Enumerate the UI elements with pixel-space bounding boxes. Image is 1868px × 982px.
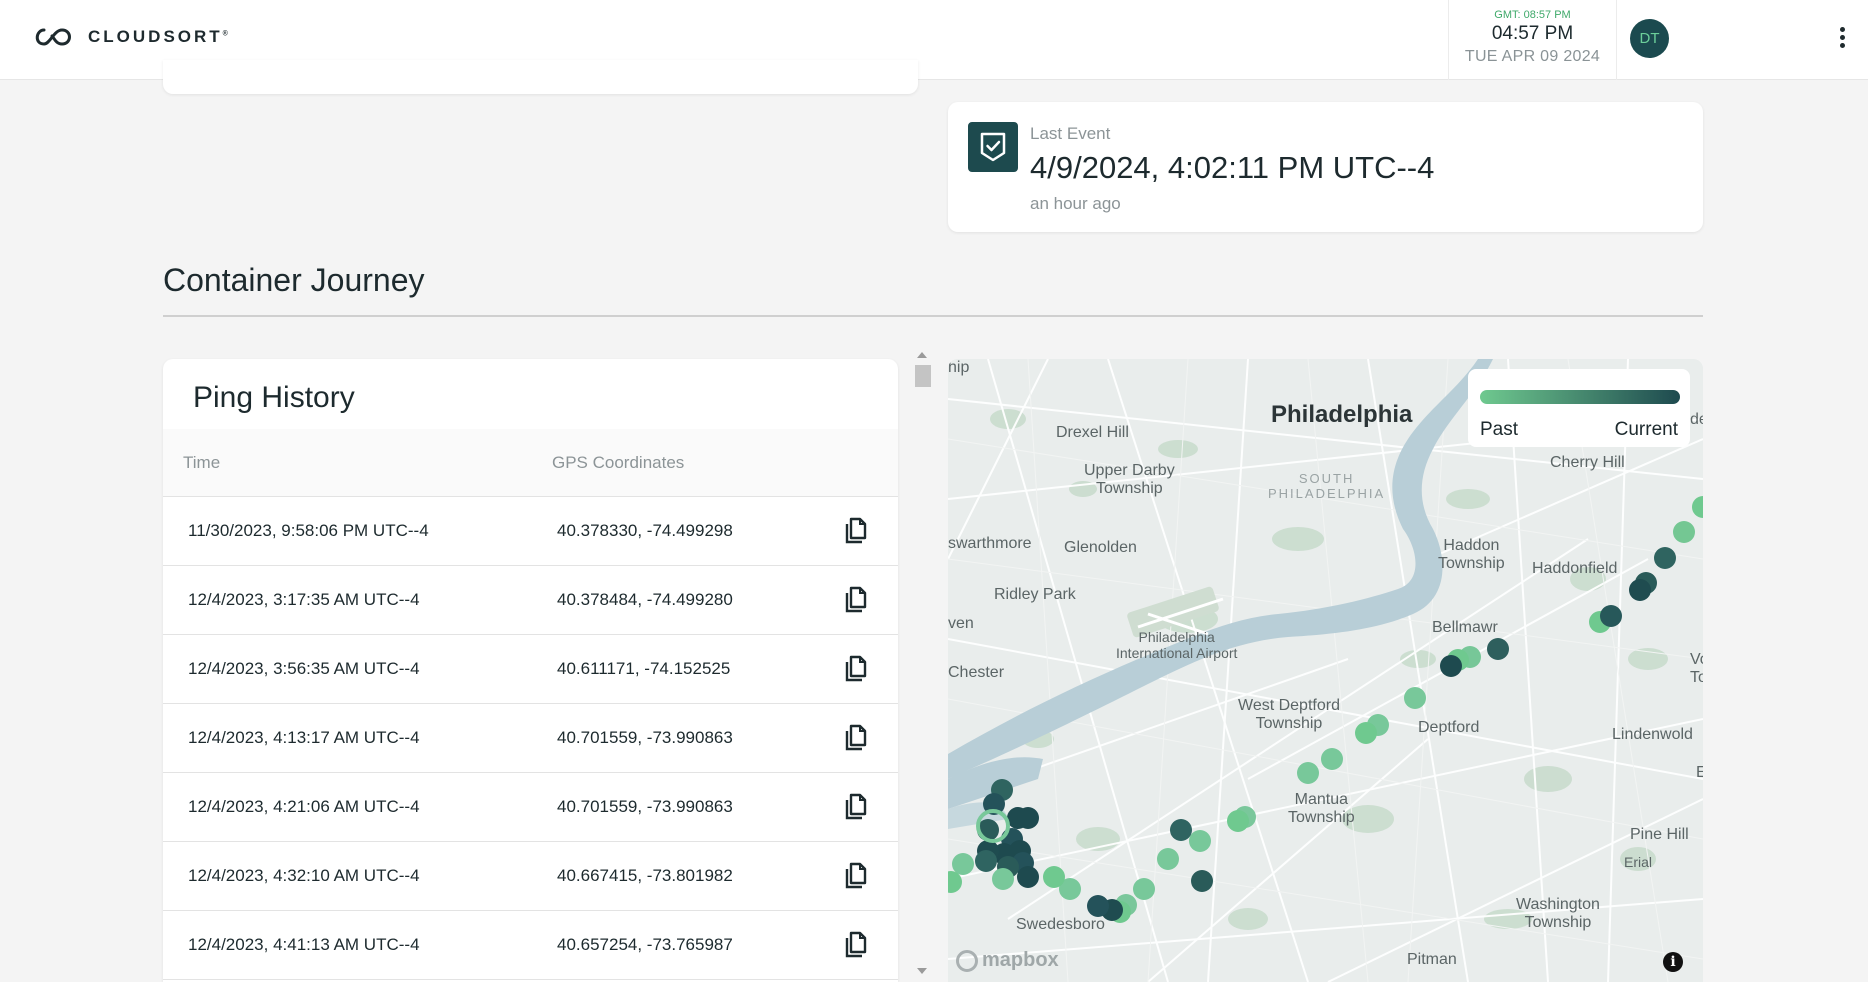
map-label-haddon-township: Haddon Township <box>1438 537 1505 572</box>
summary-card <box>163 60 918 94</box>
map-label-drexel-hill: Drexel Hill <box>1056 424 1129 441</box>
map-label-chester: Chester <box>948 664 1005 681</box>
ping-history-panel: Ping History Time GPS Coordinates 11/30/… <box>163 359 898 982</box>
info-icon[interactable]: i <box>1663 952 1683 972</box>
page-scrollbar[interactable] <box>912 352 932 982</box>
row-time: 12/4/2023, 3:17:35 AM UTC--4 <box>188 590 420 609</box>
map-label-airport: Philadelphia International Airport <box>1116 629 1238 661</box>
map-label-lindenwold: Lindenwold <box>1612 726 1693 743</box>
map-label-west-deptford: West Deptford Township <box>1238 697 1340 732</box>
map-label-hip: hip <box>948 359 970 376</box>
row-time: 12/4/2023, 4:13:17 AM UTC--4 <box>188 728 420 747</box>
copy-icon[interactable] <box>843 655 869 683</box>
legend-past-label: Past <box>1480 419 1519 440</box>
user-avatar[interactable]: DT <box>1630 19 1669 58</box>
last-event-relative: an hour ago <box>1030 194 1121 213</box>
copy-icon[interactable] <box>843 586 869 614</box>
table-row: 12/4/2023, 3:56:35 AM UTC--4 40.611171, … <box>163 635 898 704</box>
local-time: 04:57 PM <box>1491 23 1574 44</box>
journey-map[interactable]: hip Philadelphia Drexel Hill Upper Darby… <box>948 359 1703 982</box>
row-time: 12/4/2023, 4:41:13 AM UTC--4 <box>188 935 420 954</box>
map-label-to: To <box>1690 669 1703 686</box>
map-label-pine-hill: Pine Hill <box>1630 826 1689 843</box>
table-row: 12/4/2023, 3:17:35 AM UTC--4 40.378484, … <box>163 566 898 635</box>
cloudsort-logo[interactable]: CLOUDSORT® <box>32 22 228 52</box>
row-gps: 40.667415, -73.801982 <box>557 866 733 885</box>
gmt-time: GMT: 08:57 PM <box>1494 9 1571 21</box>
scroll-down-arrow-icon[interactable] <box>917 968 927 974</box>
copy-icon[interactable] <box>843 931 869 959</box>
map-label-deptford: Deptford <box>1418 719 1480 736</box>
row-time: 12/4/2023, 3:56:35 AM UTC--4 <box>188 659 420 678</box>
row-time: 12/4/2023, 4:21:06 AM UTC--4 <box>188 797 420 816</box>
section-divider <box>163 315 1703 317</box>
local-date: TUE APR 09 2024 <box>1464 48 1601 65</box>
row-gps: 40.657254, -73.765987 <box>557 935 733 954</box>
map-label-washington: Washington Township <box>1516 896 1600 931</box>
column-header-time[interactable]: Time <box>183 453 220 473</box>
row-time: 12/4/2023, 4:32:10 AM UTC--4 <box>188 866 420 885</box>
map-label-south-philadelphia: SOUTH PHILADELPHIA <box>1268 471 1386 501</box>
shield-check-icon <box>968 122 1018 172</box>
map-label-e: E <box>1696 764 1703 781</box>
mapbox-logo[interactable]: mapbox <box>956 949 1059 972</box>
table-row: 12/4/2023, 4:21:06 AM UTC--4 40.701559, … <box>163 773 898 842</box>
map-label-ven: ven <box>948 615 974 632</box>
map-label-pitman: Pitman <box>1407 951 1457 968</box>
table-row: 12/4/2023, 4:41:13 AM UTC--4 40.657254, … <box>163 911 898 980</box>
row-gps: 40.701559, -73.990863 <box>557 728 733 747</box>
column-header-gps[interactable]: GPS Coordinates <box>552 453 684 473</box>
copy-icon[interactable] <box>843 862 869 890</box>
map-label-vo: Vo <box>1690 651 1703 668</box>
map-label-glenolden: Glenolden <box>1064 539 1137 556</box>
map-label-bellmawr: Bellmawr <box>1432 619 1498 636</box>
logo-text: CLOUDSORT® <box>88 27 228 46</box>
legend-gradient-bar <box>1480 390 1680 404</box>
map-label-swedesboro: Swedesboro <box>1016 916 1105 933</box>
table-header: Time GPS Coordinates <box>163 429 898 497</box>
map-label-upper-darby: Upper Darby Township <box>1084 462 1175 497</box>
table-row: 11/30/2023, 9:58:06 PM UTC--4 40.378330,… <box>163 497 898 566</box>
legend-current-label: Current <box>1614 419 1678 440</box>
table-row: 12/4/2023, 4:32:10 AM UTC--4 40.667415, … <box>163 842 898 911</box>
map-label-philadelphia: Philadelphia <box>1271 401 1413 428</box>
map-label-mantua: Mantua Township <box>1288 791 1355 826</box>
mapbox-logo-icon <box>956 949 978 972</box>
last-event-timestamp: 4/9/2024, 4:02:11 PM UTC--4 <box>1030 150 1435 185</box>
last-event-card: Last Event 4/9/2024, 4:02:11 PM UTC--4 a… <box>948 102 1703 232</box>
map-label-erial: Erial <box>1624 854 1653 870</box>
map-base <box>948 359 1703 982</box>
row-gps: 40.611171, -74.152525 <box>557 659 731 678</box>
row-time: 11/30/2023, 9:58:06 PM UTC--4 <box>188 521 429 540</box>
copy-icon[interactable] <box>843 793 869 821</box>
scroll-thumb[interactable] <box>915 365 931 387</box>
map-label-haddonfield: Haddonfield <box>1532 560 1618 577</box>
row-gps: 40.378484, -74.499280 <box>557 590 733 609</box>
row-gps: 40.378330, -74.499298 <box>557 521 733 540</box>
last-event-label: Last Event <box>1030 124 1111 143</box>
clock-widget: GMT: 08:57 PM 04:57 PM TUE APR 09 2024 <box>1448 0 1617 80</box>
map-label-cherry-hill: Cherry Hill <box>1550 454 1625 471</box>
copy-icon[interactable] <box>843 517 869 545</box>
row-gps: 40.701559, -73.990863 <box>557 797 733 816</box>
copy-icon[interactable] <box>843 724 869 752</box>
map-legend: Past Current <box>1468 369 1690 447</box>
ping-rows: 11/30/2023, 9:58:06 PM UTC--4 40.378330,… <box>163 497 898 980</box>
ping-history-title: Ping History <box>193 381 355 414</box>
map-label-swarthmore: swarthmore <box>948 535 1032 552</box>
map-label-ridley-park: Ridley Park <box>994 586 1076 603</box>
scroll-up-arrow-icon[interactable] <box>917 352 927 358</box>
map-label-de: de <box>1690 411 1703 428</box>
infinity-logo-icon <box>35 28 71 46</box>
section-title: Container Journey <box>163 262 425 298</box>
table-row: 12/4/2023, 4:13:17 AM UTC--4 40.701559, … <box>163 704 898 773</box>
kebab-menu-icon[interactable] <box>1830 27 1854 53</box>
